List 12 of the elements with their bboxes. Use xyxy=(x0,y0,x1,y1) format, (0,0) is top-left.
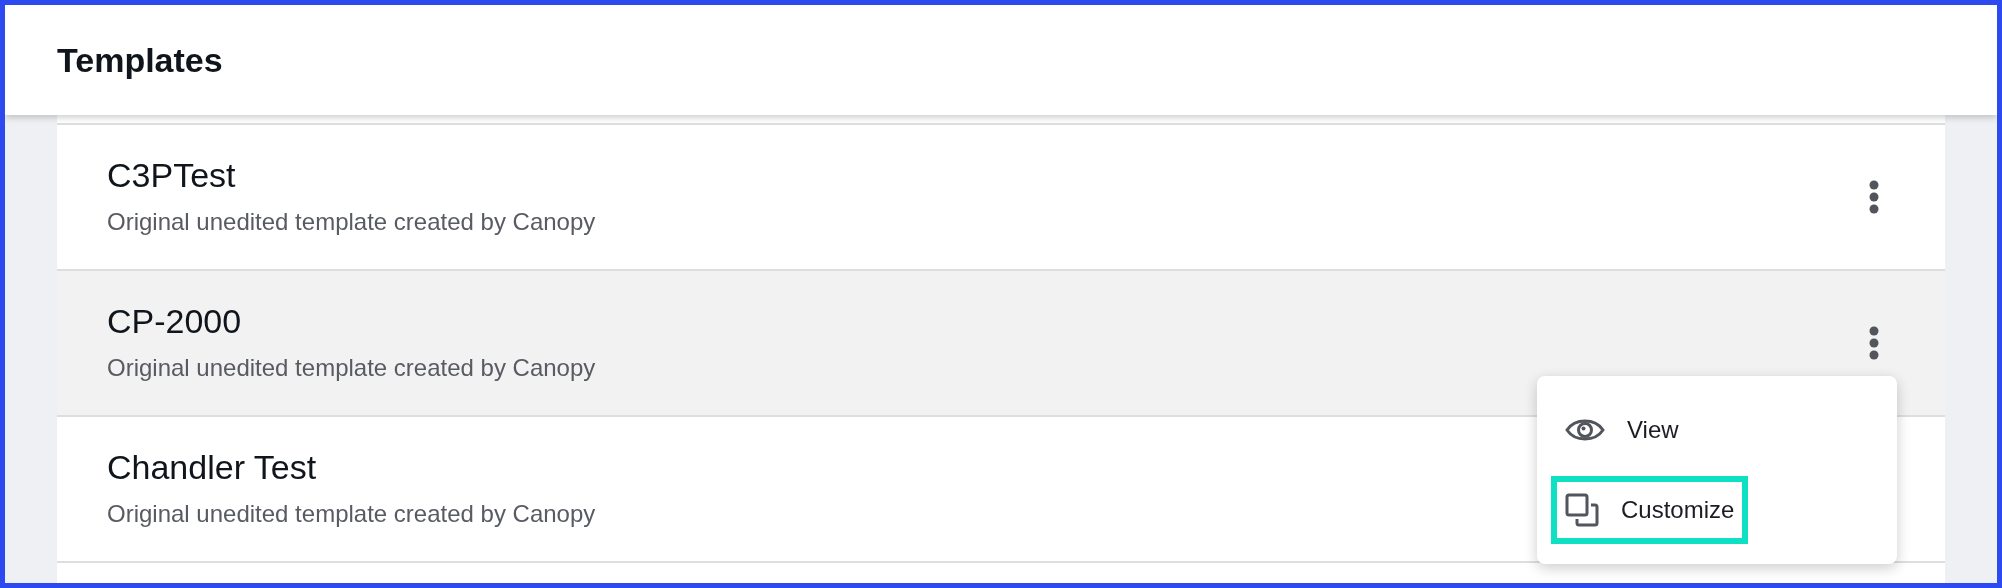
page-title: Templates xyxy=(57,39,223,81)
more-options-icon xyxy=(1869,326,1879,360)
template-name: CP-2000 xyxy=(107,300,243,342)
menu-item[interactable]: Customize xyxy=(1551,476,1749,544)
template-description: Original unedited template created by Canopy xyxy=(107,207,596,238)
template-description: Original unedited template created by Canopy xyxy=(107,499,596,530)
more-options-icon xyxy=(1869,180,1879,214)
template-description: Original unedited template created by Canopy xyxy=(107,353,596,384)
template-name: C3PTest xyxy=(107,154,237,196)
eye-icon xyxy=(1565,417,1605,443)
template-name: Chandler Test xyxy=(107,446,318,488)
copy-icon xyxy=(1565,493,1599,527)
